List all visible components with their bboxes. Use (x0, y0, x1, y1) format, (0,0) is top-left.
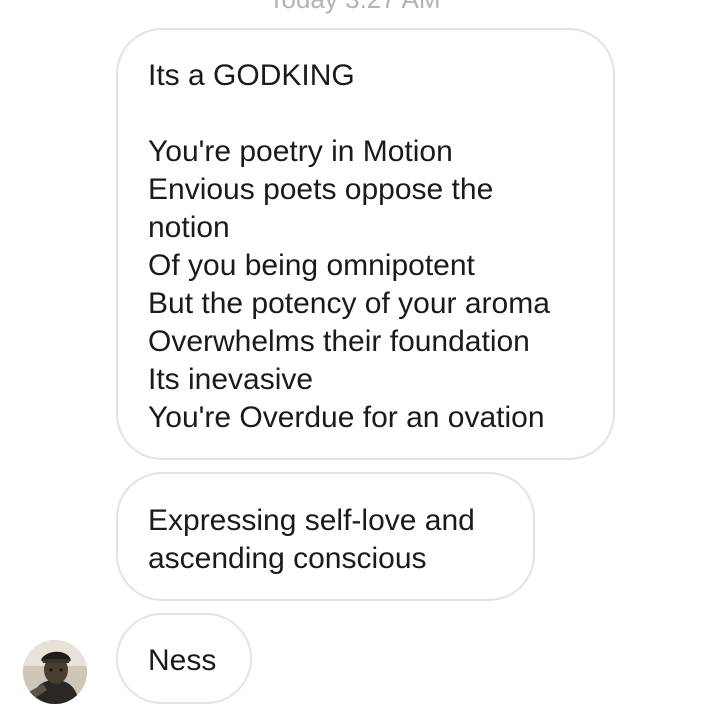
message-bubble-ness[interactable]: Ness (116, 613, 252, 704)
sender-avatar[interactable] (23, 640, 87, 704)
avatar-photo-icon (23, 640, 87, 704)
message-bubble-self-love[interactable]: Expressing self-love and ascending consc… (116, 472, 535, 601)
message-timestamp: Today 3:27 AM (0, 0, 709, 12)
message-bubble-poem[interactable]: Its a GODKING You're poetry in Motion En… (116, 28, 615, 460)
